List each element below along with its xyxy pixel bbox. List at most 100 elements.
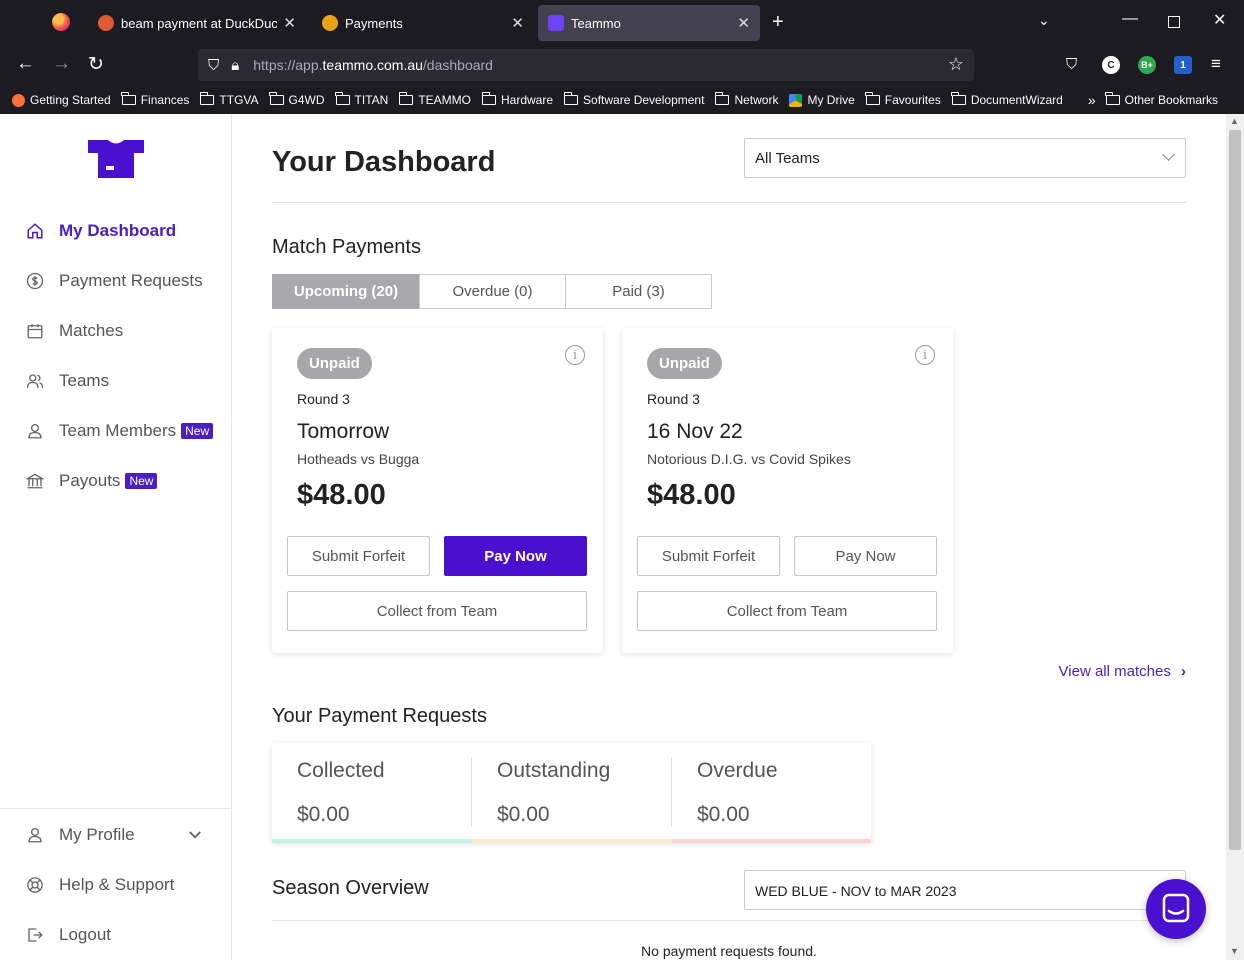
submit-forfeit-button[interactable]: Submit Forfeit bbox=[287, 536, 430, 576]
bookmark-item[interactable]: Software Development bbox=[563, 92, 705, 107]
pay-now-button[interactable]: Pay Now bbox=[794, 536, 937, 576]
divider bbox=[272, 920, 1186, 921]
extension-bplus-icon[interactable]: B+ bbox=[1138, 56, 1156, 74]
stat-value: $0.00 bbox=[497, 803, 550, 826]
view-all-matches-link[interactable]: View all matches › bbox=[1059, 663, 1186, 680]
back-icon[interactable]: ← bbox=[16, 53, 35, 75]
tab-payments[interactable]: Payments ✕ bbox=[312, 5, 534, 41]
sidebar-item-label: Logout bbox=[59, 925, 111, 944]
list-tabs-icon[interactable]: ⌄ bbox=[1038, 12, 1050, 29]
folder-icon bbox=[951, 92, 966, 105]
sidebar-item-teams[interactable]: Teams bbox=[26, 371, 109, 391]
bookmark-item[interactable]: Favourites bbox=[865, 92, 941, 107]
stat-outstanding: Outstanding $0.00 bbox=[472, 743, 672, 843]
folder-icon bbox=[199, 92, 215, 105]
bookmark-item[interactable]: Hardware bbox=[481, 92, 554, 107]
sidebar-item-label: Team Members bbox=[59, 421, 177, 440]
chat-launcher-button[interactable] bbox=[1146, 879, 1206, 939]
pocket-icon[interactable]: ⛉ bbox=[1066, 56, 1077, 73]
page-scrollbar[interactable]: ▲ ▼ bbox=[1226, 114, 1244, 960]
bookmark-item[interactable]: Getting Started bbox=[12, 93, 111, 107]
bookmark-item[interactable]: Network bbox=[714, 92, 778, 107]
maximize-icon[interactable] bbox=[1168, 16, 1180, 28]
lock-icon[interactable]: 🔒︎ bbox=[231, 57, 239, 74]
folder-icon bbox=[481, 92, 496, 105]
extension-c-icon[interactable]: C bbox=[1102, 56, 1120, 74]
match-date: Tomorrow bbox=[297, 420, 390, 443]
sidebar-item-label: My Dashboard bbox=[59, 221, 177, 240]
bookmark-label: Favourites bbox=[884, 93, 941, 107]
info-icon[interactable]: i bbox=[915, 345, 935, 365]
collect-from-team-button[interactable]: Collect from Team bbox=[637, 591, 937, 631]
bookmark-item[interactable]: DocumentWizard bbox=[951, 92, 1063, 107]
bookmark-star-icon[interactable]: ☆ bbox=[948, 54, 964, 75]
reload-icon[interactable]: ↻ bbox=[88, 53, 104, 76]
view-all-label: View all matches bbox=[1058, 663, 1171, 680]
sidebar-item-dashboard[interactable]: My Dashboard bbox=[26, 221, 176, 241]
shield-icon[interactable]: ⛉ bbox=[208, 57, 219, 74]
sidebar-item-my-profile[interactable]: My Profile bbox=[26, 825, 206, 845]
match-payments-heading: Match Payments bbox=[272, 236, 421, 258]
bookmark-item[interactable]: My Drive bbox=[789, 93, 855, 107]
address-bar[interactable]: ⛉ 🔒︎ https://app.teammo.com.au/dashboard… bbox=[198, 49, 974, 81]
sidebar-item-payouts[interactable]: Payouts New bbox=[26, 471, 158, 491]
tab-paid[interactable]: Paid (3) bbox=[565, 274, 712, 309]
folder-icon bbox=[865, 92, 880, 105]
stat-overdue: Overdue $0.00 bbox=[672, 743, 871, 843]
tab-duckduckgo[interactable]: beam payment at DuckDuckGo ✕ bbox=[88, 5, 306, 41]
bookmark-label: Software Development bbox=[583, 93, 705, 107]
sidebar-item-payment-requests[interactable]: Payment Requests bbox=[26, 271, 203, 291]
sidebar-divider bbox=[0, 808, 232, 809]
calendar-icon bbox=[27, 324, 43, 339]
close-tab-icon[interactable]: ✕ bbox=[511, 14, 524, 32]
collect-from-team-button[interactable]: Collect from Team bbox=[287, 591, 587, 631]
match-teams: Notorious D.I.G. vs Covid Spikes bbox=[647, 451, 851, 467]
close-tab-icon[interactable]: ✕ bbox=[283, 14, 296, 32]
new-badge: New bbox=[181, 423, 214, 439]
chevron-down-icon[interactable] bbox=[186, 826, 204, 844]
tab-upcoming[interactable]: Upcoming (20) bbox=[272, 274, 420, 309]
season-overview-heading: Season Overview bbox=[272, 877, 429, 899]
season-select[interactable]: WED BLUE - NOV to MAR 2023 bbox=[744, 870, 1186, 910]
bookmark-item[interactable]: G4WD bbox=[269, 92, 325, 107]
other-bookmarks[interactable]: Other Bookmarks bbox=[1105, 92, 1218, 107]
bookmark-item[interactable]: TTGVA bbox=[199, 92, 259, 107]
stat-color-bar bbox=[672, 839, 871, 843]
sidebar-item-label: Help & Support bbox=[59, 875, 175, 894]
scroll-down-icon[interactable]: ▼ bbox=[1230, 946, 1239, 956]
team-select[interactable]: All Teams bbox=[744, 138, 1186, 178]
sidebar-item-logout[interactable]: Logout bbox=[26, 925, 111, 945]
more-bookmarks-icon[interactable]: » bbox=[1088, 92, 1096, 108]
extension-ublock-icon[interactable]: 1 bbox=[1174, 56, 1192, 74]
sidebar-item-label: Payouts bbox=[59, 471, 121, 490]
bookmark-item[interactable]: TITAN bbox=[335, 92, 388, 107]
info-icon[interactable]: i bbox=[565, 345, 585, 365]
bookmark-label: Hardware bbox=[501, 93, 554, 107]
firefox-icon[interactable] bbox=[52, 13, 70, 31]
close-tab-icon[interactable]: ✕ bbox=[737, 14, 750, 32]
stat-label: Overdue bbox=[697, 759, 778, 782]
scrollbar-thumb[interactable] bbox=[1229, 130, 1241, 850]
stat-collected: Collected $0.00 bbox=[272, 743, 472, 843]
sidebar-item-help-support[interactable]: Help & Support bbox=[26, 875, 174, 895]
teammo-logo-icon[interactable] bbox=[88, 138, 144, 185]
new-tab-icon[interactable]: + bbox=[772, 11, 784, 34]
duckduckgo-icon bbox=[98, 15, 114, 31]
folder-icon bbox=[714, 92, 730, 105]
bookmark-item[interactable]: TEAMMO bbox=[398, 92, 471, 107]
tab-overdue[interactable]: Overdue (0) bbox=[419, 274, 566, 309]
submit-forfeit-button[interactable]: Submit Forfeit bbox=[637, 536, 780, 576]
sidebar-item-label: My Profile bbox=[59, 825, 135, 844]
chevron-right-icon: › bbox=[1181, 663, 1186, 680]
minimize-icon[interactable]: — bbox=[1122, 10, 1138, 28]
pay-now-button[interactable]: Pay Now bbox=[444, 536, 587, 576]
forward-icon[interactable]: → bbox=[52, 53, 71, 75]
tab-title: Payments bbox=[345, 15, 403, 31]
sidebar-item-matches[interactable]: Matches bbox=[26, 321, 123, 341]
sidebar-item-team-members[interactable]: Team Members New bbox=[26, 421, 214, 441]
tab-teammo[interactable]: Teammo ✕ bbox=[538, 5, 760, 41]
menu-icon[interactable]: ≡ bbox=[1211, 54, 1221, 74]
bookmark-item[interactable]: Finances bbox=[121, 92, 189, 107]
close-window-icon[interactable]: ✕ bbox=[1213, 10, 1226, 30]
scroll-up-icon[interactable]: ▲ bbox=[1230, 116, 1239, 126]
